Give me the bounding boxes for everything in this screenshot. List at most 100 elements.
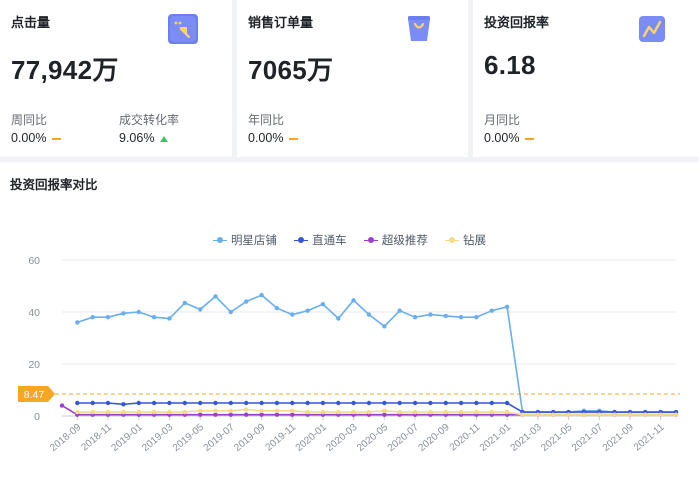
data-point: [504, 400, 510, 406]
data-point: [351, 298, 356, 303]
data-point: [259, 292, 264, 298]
data-point: [244, 407, 249, 412]
data-point: [412, 315, 418, 320]
data-point: [244, 412, 249, 417]
data-point: [320, 409, 326, 415]
data-point: [90, 315, 95, 320]
data-point: [198, 400, 203, 406]
data-point: [121, 409, 126, 415]
data-point: [366, 409, 372, 415]
data-point: [136, 309, 141, 315]
data-point: [397, 400, 402, 406]
x-tick-label: 2021-11: [632, 422, 667, 454]
data-point: [673, 412, 679, 417]
data-point: [581, 412, 587, 417]
x-tick-label: 2020-03: [324, 422, 360, 454]
data-point: [167, 400, 172, 406]
data-point: [290, 408, 295, 413]
data-point: [305, 400, 310, 406]
data-point: [489, 308, 494, 313]
data-point: [151, 409, 157, 415]
data-point: [151, 315, 157, 320]
series-line: [77, 294, 676, 413]
reference-line-label: 8.47: [24, 389, 45, 401]
data-point: [504, 409, 510, 415]
data-point: [458, 315, 464, 320]
data-point: [474, 315, 479, 320]
data-point: [75, 409, 80, 415]
roi-line-chart: 02040602018-092018-112019-012019-032019-…: [18, 255, 680, 454]
data-point: [274, 305, 280, 311]
data-point: [259, 408, 264, 413]
data-point: [443, 400, 448, 406]
data-point: [75, 400, 80, 406]
data-point: [382, 324, 387, 329]
data-point: [213, 408, 218, 413]
data-point: [305, 308, 310, 313]
data-point: [382, 400, 387, 406]
data-point: [366, 400, 372, 406]
y-tick-label: 40: [28, 307, 40, 319]
data-point: [75, 320, 80, 325]
data-point: [213, 412, 218, 417]
x-tick-label: 2021-05: [539, 422, 575, 454]
data-point: [643, 412, 648, 417]
data-point: [535, 412, 541, 417]
data-point: [366, 312, 372, 317]
data-point: [182, 400, 187, 406]
data-point: [198, 307, 203, 312]
data-point: [489, 400, 494, 406]
data-point: [658, 412, 663, 417]
x-tick-label: 2019-01: [109, 422, 145, 454]
data-point: [105, 409, 111, 415]
data-point: [428, 409, 433, 415]
data-point: [228, 400, 233, 406]
data-point: [443, 409, 448, 415]
x-tick-label: 2019-07: [202, 422, 238, 454]
data-point: [474, 409, 479, 415]
x-tick-label: 2019-11: [264, 422, 299, 454]
data-point: [259, 412, 264, 417]
data-point: [504, 304, 510, 309]
data-point: [228, 309, 233, 315]
x-tick-label: 2019-09: [232, 422, 268, 454]
data-point: [167, 316, 172, 321]
data-point: [136, 409, 141, 415]
data-point: [228, 412, 233, 417]
x-tick-label: 2020-05: [355, 422, 391, 454]
x-tick-label: 2019-05: [171, 422, 207, 454]
data-point: [566, 412, 571, 417]
x-tick-label: 2020-11: [448, 422, 483, 454]
data-point: [213, 400, 218, 406]
data-point: [428, 400, 433, 406]
x-tick-label: 2020-01: [294, 422, 330, 454]
x-tick-label: 2020-09: [416, 422, 452, 454]
data-point: [489, 409, 494, 415]
x-tick-label: 2021-03: [509, 422, 545, 454]
data-point: [121, 311, 126, 316]
data-point: [290, 412, 295, 417]
data-point: [397, 409, 402, 415]
x-tick-label: 2018-09: [48, 422, 84, 454]
data-point: [320, 400, 326, 406]
data-point: [458, 400, 464, 406]
data-point: [320, 302, 326, 307]
data-point: [458, 409, 464, 415]
data-point: [412, 409, 418, 415]
data-point: [213, 294, 218, 299]
x-tick-label: 2019-03: [140, 422, 176, 454]
y-tick-label: 20: [28, 359, 40, 371]
x-tick-label: 2020-07: [386, 422, 422, 454]
data-point: [151, 400, 157, 406]
data-point: [121, 402, 126, 407]
data-point: [551, 412, 556, 417]
series-明星店铺: [75, 292, 679, 415]
data-point: [244, 299, 249, 304]
data-point: [274, 408, 280, 413]
data-point: [274, 412, 280, 417]
data-point: [382, 408, 387, 413]
data-point: [105, 400, 111, 406]
data-point: [90, 400, 95, 406]
data-point: [105, 315, 111, 320]
data-point: [59, 403, 65, 408]
